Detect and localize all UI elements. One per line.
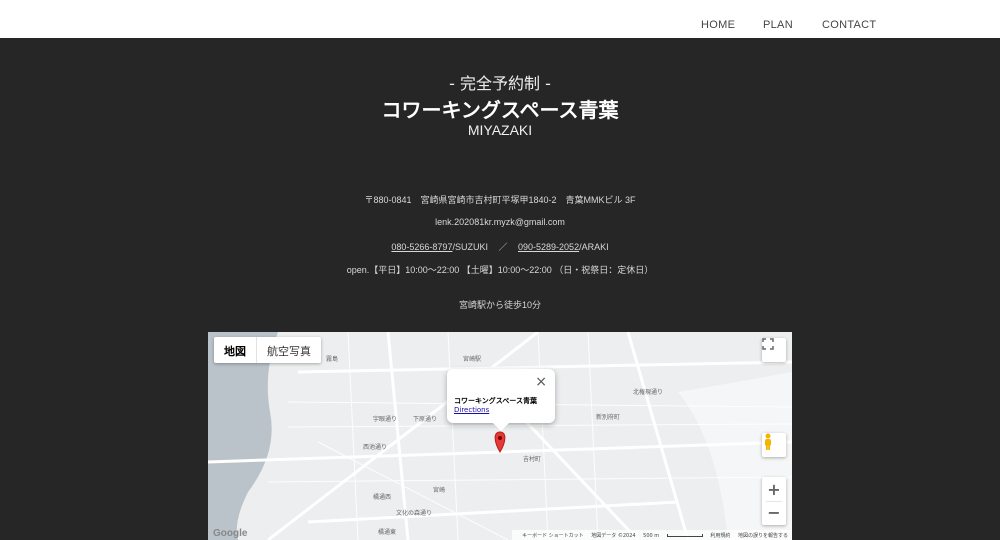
map-label: 宮崎	[433, 487, 446, 494]
map-label: 文化の森通り	[396, 510, 433, 517]
info-window-title: コワーキングスペース青葉	[454, 397, 537, 405]
map-label: 北権現通り	[633, 389, 664, 396]
hero-city: MIYAZAKI	[467, 122, 533, 138]
map-type-map-button[interactable]: 地図	[214, 337, 256, 363]
pegman-icon	[765, 433, 771, 450]
zoom-in-button[interactable]: +	[767, 479, 780, 501]
opening-hours: open.【平日】10:00〜22:00 【土曜】10:00〜22:00 （日・…	[346, 265, 654, 275]
terms-link[interactable]: 利用規約	[710, 533, 730, 539]
map-data-text: 地図データ ©2024	[591, 533, 636, 539]
google-map[interactable]: 霧島 宮崎駅 北権現通り 吉村町 新別府町 橘通西 橘通東 文化の森通り 宮崎 …	[208, 332, 792, 540]
directions-link[interactable]: Directions	[454, 406, 489, 414]
scale-bar	[666, 534, 703, 537]
map-label: 宇眼通り	[373, 416, 398, 423]
location-pin[interactable]	[494, 431, 506, 453]
address-text: 〒880-0841 宮崎県宮崎市吉村町平塚甲1840-2 青葉MMKビル 3F	[364, 195, 636, 205]
top-navigation: HOME PLAN CONTACT	[0, 0, 1000, 38]
keyboard-shortcuts-link[interactable]: キーボード ショートカット	[522, 533, 584, 539]
close-icon[interactable]: ×	[535, 374, 547, 390]
info-window: × コワーキングスペース青葉 Directions	[447, 369, 555, 431]
nav-contact[interactable]: CONTACT	[822, 19, 876, 31]
walking-distance: 宮崎駅から徒歩10分	[458, 300, 541, 310]
phone-link-araki[interactable]: 090-5289-2052	[518, 242, 579, 252]
phone-line: 080-5266-8797/SUZUKI ／ 090-5289-2052/ARA…	[0, 240, 1000, 253]
hero-tagline: - 完全予約制 -	[449, 74, 551, 93]
zoom-out-button[interactable]: −	[767, 502, 780, 524]
map-label: 新別府町	[596, 414, 621, 421]
hero-title: コワーキングスペース青葉	[381, 98, 619, 122]
map-label: 橘通西	[373, 494, 392, 501]
map-label: 橘通東	[378, 529, 397, 536]
zoom-control: + −	[762, 477, 786, 525]
map-label: 西池通り	[363, 444, 388, 451]
map-type-satellite-button[interactable]: 航空写真	[256, 337, 321, 363]
email-text: lenk.202081kr.myzk@gmail.com	[435, 217, 565, 227]
nav-plan[interactable]: PLAN	[763, 19, 793, 31]
street-view-button[interactable]	[762, 433, 786, 457]
map-label: 宮崎駅	[463, 356, 482, 363]
fullscreen-button[interactable]	[762, 338, 786, 362]
phone-separator: ／	[498, 242, 508, 252]
map-attribution: キーボード ショートカット 地図データ ©2024 500 m 利用規約 地図の…	[512, 530, 792, 540]
phone-name-suzuki: /SUZUKI	[452, 242, 488, 252]
map-canvas[interactable]	[208, 332, 792, 540]
map-type-control: 地図 航空写真	[214, 337, 321, 363]
map-label: 下原通り	[413, 416, 438, 423]
google-logo[interactable]: Google	[213, 528, 247, 539]
nav-home[interactable]: HOME	[701, 19, 735, 31]
fullscreen-icon	[762, 338, 774, 350]
phone-link-suzuki[interactable]: 080-5266-8797	[391, 242, 452, 252]
report-error-link[interactable]: 地図の誤りを報告する	[738, 533, 788, 539]
scale-text[interactable]: 500 m	[643, 533, 659, 539]
river-left	[208, 332, 278, 540]
map-label: 吉村町	[523, 456, 542, 463]
phone-name-araki: /ARAKI	[579, 242, 609, 252]
map-label: 霧島	[326, 356, 339, 363]
